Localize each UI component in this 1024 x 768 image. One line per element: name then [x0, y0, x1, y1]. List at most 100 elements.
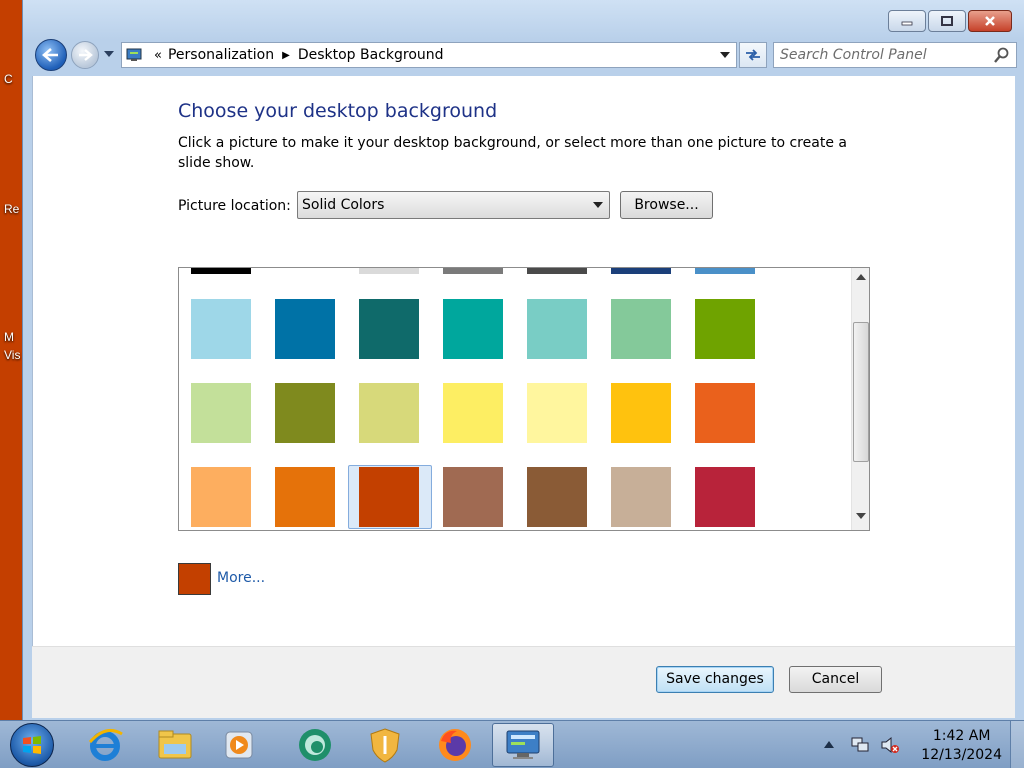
clock-time: 1:42 AM — [932, 728, 991, 744]
breadcrumb-separator-icon[interactable]: ▶ — [282, 50, 290, 61]
vertical-scrollbar[interactable] — [851, 268, 869, 530]
color-swatch[interactable] — [191, 268, 251, 274]
back-arrow-icon — [42, 48, 58, 62]
start-button[interactable] — [10, 723, 54, 767]
color-swatch[interactable] — [359, 299, 419, 359]
color-swatch[interactable] — [359, 383, 419, 443]
control-panel-window: « Personalization ▶ Desktop Background C… — [22, 0, 1024, 720]
control-panel-icon — [126, 48, 142, 61]
security-icon — [370, 728, 400, 763]
color-swatch[interactable] — [695, 467, 755, 527]
color-swatch[interactable] — [191, 383, 251, 443]
color-swatch[interactable] — [275, 299, 335, 359]
system-tray: 1:42 AM 12/13/2024 — [824, 721, 1024, 768]
restore-icon — [941, 16, 953, 26]
search-box[interactable] — [773, 42, 1017, 68]
forward-button[interactable] — [71, 41, 99, 69]
picture-location-dropdown[interactable]: Solid Colors — [297, 191, 610, 219]
cancel-button[interactable]: Cancel — [789, 666, 882, 693]
color-swatch[interactable] — [611, 268, 671, 274]
save-changes-button[interactable]: Save changes — [656, 666, 774, 693]
color-swatch[interactable] — [695, 383, 755, 443]
desktop-icon-label: Vis — [4, 348, 21, 362]
control-panel-icon — [506, 730, 540, 759]
taskbar-media-player[interactable] — [208, 723, 270, 767]
color-swatch[interactable] — [527, 299, 587, 359]
page-description: Click a picture to make it your desktop … — [178, 135, 847, 171]
color-swatch[interactable] — [443, 467, 503, 527]
desktop-icon-label: M — [4, 330, 14, 344]
ie-icon — [88, 728, 123, 761]
browse-button[interactable]: Browse... — [620, 191, 713, 219]
show-hidden-icons-icon[interactable] — [824, 741, 834, 748]
chat-icon — [299, 729, 331, 761]
maximize-button[interactable] — [928, 10, 966, 32]
close-icon — [985, 16, 995, 26]
color-swatch[interactable] — [611, 467, 671, 527]
footer-bar: Save changes Cancel — [32, 646, 1015, 718]
color-swatch[interactable] — [611, 383, 671, 443]
address-bar[interactable]: « Personalization ▶ Desktop Background — [121, 42, 737, 68]
color-swatch[interactable] — [359, 268, 419, 274]
color-swatch[interactable] — [443, 299, 503, 359]
explorer-icon — [158, 730, 192, 759]
overflow-chevron-icon[interactable]: « — [154, 48, 162, 63]
color-swatch[interactable] — [443, 268, 503, 274]
minimize-icon — [901, 21, 913, 26]
page-title: Choose your desktop background — [178, 100, 498, 122]
windows-logo-icon — [23, 736, 41, 754]
chevron-down-icon — [593, 202, 603, 208]
refresh-icon — [746, 49, 760, 61]
taskbar: 1:42 AM 12/13/2024 — [0, 720, 1024, 768]
color-swatch[interactable] — [191, 467, 251, 527]
desktop-icon-label: C — [4, 72, 13, 86]
current-color-swatch[interactable] — [178, 563, 211, 595]
picture-location-label: Picture location: — [178, 198, 291, 214]
taskbar-chat-app[interactable] — [284, 723, 346, 767]
color-swatch[interactable] — [359, 467, 419, 527]
breadcrumb-personalization[interactable]: Personalization — [168, 47, 274, 63]
desktop-icon-label: Re — [4, 202, 20, 216]
clock[interactable]: 1:42 AM 12/13/2024 — [921, 727, 1002, 765]
scroll-down-icon[interactable] — [856, 513, 866, 519]
color-swatch[interactable] — [695, 268, 755, 274]
scroll-up-icon[interactable] — [856, 274, 866, 280]
caption-buttons — [888, 10, 1012, 32]
forward-arrow-icon — [79, 49, 93, 61]
more-colors-link[interactable]: More... — [217, 570, 265, 586]
color-swatch[interactable] — [191, 299, 251, 359]
color-swatch[interactable] — [527, 268, 587, 274]
firefox-icon — [439, 729, 471, 761]
refresh-button[interactable] — [739, 42, 767, 68]
picture-location-value: Solid Colors — [302, 197, 385, 213]
chevron-down-icon[interactable] — [720, 52, 730, 59]
color-swatch[interactable] — [527, 383, 587, 443]
content-pane: Choose your desktop background Click a p… — [32, 76, 1015, 646]
search-input[interactable] — [774, 43, 974, 67]
taskbar-windows-explorer[interactable] — [144, 723, 206, 767]
taskbar-security-app[interactable] — [354, 723, 416, 767]
taskbar-internet-explorer[interactable] — [74, 723, 136, 767]
volume-muted-icon[interactable] — [880, 736, 900, 754]
recent-pages-icon[interactable] — [103, 50, 115, 58]
taskbar-firefox[interactable] — [424, 723, 486, 767]
clock-date: 12/13/2024 — [921, 747, 1002, 763]
color-swatch[interactable] — [275, 383, 335, 443]
color-swatch[interactable] — [443, 383, 503, 443]
back-button[interactable] — [35, 39, 67, 71]
color-swatch[interactable] — [695, 299, 755, 359]
close-button[interactable] — [968, 10, 1012, 32]
color-gallery — [178, 267, 870, 531]
search-icon[interactable] — [994, 47, 1010, 63]
network-icon[interactable] — [850, 736, 870, 754]
breadcrumb-desktop-background[interactable]: Desktop Background — [298, 47, 444, 63]
color-swatch[interactable] — [611, 299, 671, 359]
taskbar-control-panel[interactable] — [492, 723, 554, 767]
color-swatch[interactable] — [275, 467, 335, 527]
minimize-button[interactable] — [888, 10, 926, 32]
media-player-icon — [225, 731, 253, 759]
scroll-thumb[interactable] — [853, 322, 869, 462]
color-swatch[interactable] — [527, 467, 587, 527]
navigation-bar: « Personalization ▶ Desktop Background — [31, 38, 1017, 72]
show-desktop-button[interactable] — [1010, 721, 1024, 768]
